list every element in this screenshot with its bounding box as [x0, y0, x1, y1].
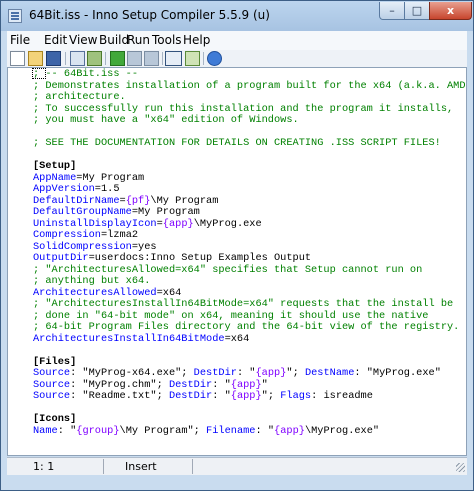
title-bar[interactable]: 64Bit.iss - Inno Setup Compiler 5.5.9 (u…	[1, 1, 473, 31]
code-line: ; "ArchitecturesInstallIn64BitMode=x64" …	[33, 298, 454, 310]
code-line: Compression=lzma2	[33, 229, 139, 241]
stop-icon[interactable]	[144, 51, 159, 66]
toolbar	[7, 50, 467, 68]
window-title: 64Bit.iss - Inno Setup Compiler 5.5.9 (u…	[29, 8, 270, 22]
cursor-position: 1: 1	[33, 460, 55, 473]
compile-icon[interactable]	[70, 51, 85, 66]
code-line: OutputDir=userdocs:Inno Setup Examples O…	[33, 252, 312, 264]
save-icon[interactable]	[46, 51, 61, 66]
script-editor[interactable]: ; -- 64Bit.iss --; Demonstrates installa…	[7, 67, 467, 456]
minimize-button[interactable]: –	[379, 2, 405, 20]
menu-file[interactable]: File	[10, 33, 30, 47]
stop-compile-icon[interactable]	[87, 51, 102, 66]
maximize-button[interactable]: □	[404, 2, 430, 20]
code-line: Source: "MyProg.chm"; DestDir: "{app}"	[33, 378, 268, 391]
code-line: ; -- 64Bit.iss --	[33, 68, 139, 80]
code-line: ; done in "64-bit mode" on x64, meaning …	[33, 309, 429, 322]
code-line: [Files]	[33, 355, 77, 368]
code-line: DefaultDirName={pf}\My Program	[33, 194, 219, 207]
insert-mode-indicator: Insert	[125, 460, 157, 473]
code-line: [Icons]	[33, 413, 77, 425]
app-icon	[8, 9, 22, 23]
code-line: ; Demonstrates installation of a program…	[33, 79, 467, 92]
code-line: ; SEE THE DOCUMENTATION FOR DETAILS ON C…	[33, 137, 441, 149]
code-line: [Setup]	[33, 160, 77, 172]
code-line: UninstallDisplayIcon={app}\MyProg.exe	[33, 217, 262, 230]
code-line: SolidCompression=yes	[33, 240, 157, 253]
menu-bar: File Edit View Build Run Tools Help	[7, 31, 467, 50]
menu-view[interactable]: View	[69, 33, 97, 47]
code-line: ; architecture.	[33, 91, 126, 103]
status-divider	[103, 459, 104, 474]
pause-icon[interactable]	[127, 51, 142, 66]
toolbar-separator	[65, 52, 66, 65]
code-line: ; "ArchitecturesAllowed=x64" specifies t…	[33, 263, 423, 276]
toolbar-separator	[162, 52, 163, 65]
menu-run[interactable]: Run	[127, 33, 150, 47]
code-line: ArchitecturesInstallIn64BitMode=x64	[33, 332, 250, 345]
menu-build[interactable]: Build	[99, 33, 129, 47]
status-bar: 1: 1 Insert	[7, 457, 467, 475]
app-window: 64Bit.iss - Inno Setup Compiler 5.5.9 (u…	[0, 0, 474, 491]
code-line: ; anything but x64.	[33, 275, 151, 287]
code-line: DefaultGroupName=My Program	[33, 206, 200, 218]
close-button[interactable]: x	[429, 2, 472, 20]
toolbar-separator	[203, 52, 204, 65]
help-icon[interactable]	[207, 51, 222, 66]
code-line: ArchitecturesAllowed=x64	[33, 286, 182, 299]
code-line: ; To successfully run this installation …	[33, 102, 454, 115]
resize-grip[interactable]	[456, 463, 465, 472]
new-file-icon[interactable]	[10, 51, 25, 66]
code-line: ; 64-bit Program Files directory and the…	[33, 321, 460, 333]
trace-icon[interactable]	[185, 51, 200, 66]
menu-help[interactable]: Help	[183, 33, 210, 47]
open-file-icon[interactable]	[28, 51, 43, 66]
code-line: Source: "Readme.txt"; DestDir: "{app}"; …	[33, 390, 373, 402]
code-line: ; you must have a "x64" edition of Windo…	[33, 114, 299, 126]
code-line: AppName=My Program	[33, 171, 145, 184]
status-divider	[192, 459, 193, 474]
menu-tools[interactable]: Tools	[152, 33, 182, 47]
run-icon[interactable]	[110, 51, 125, 66]
code-line: Source: "MyProg-x64.exe"; DestDir: "{app…	[33, 367, 441, 379]
toolbar-separator	[105, 52, 106, 65]
menu-edit[interactable]: Edit	[44, 33, 67, 47]
code-line: Name: "{group}\My Program"; Filename: "{…	[33, 424, 380, 437]
wizard-icon[interactable]	[165, 51, 182, 66]
code-line: AppVersion=1.5	[33, 183, 120, 195]
